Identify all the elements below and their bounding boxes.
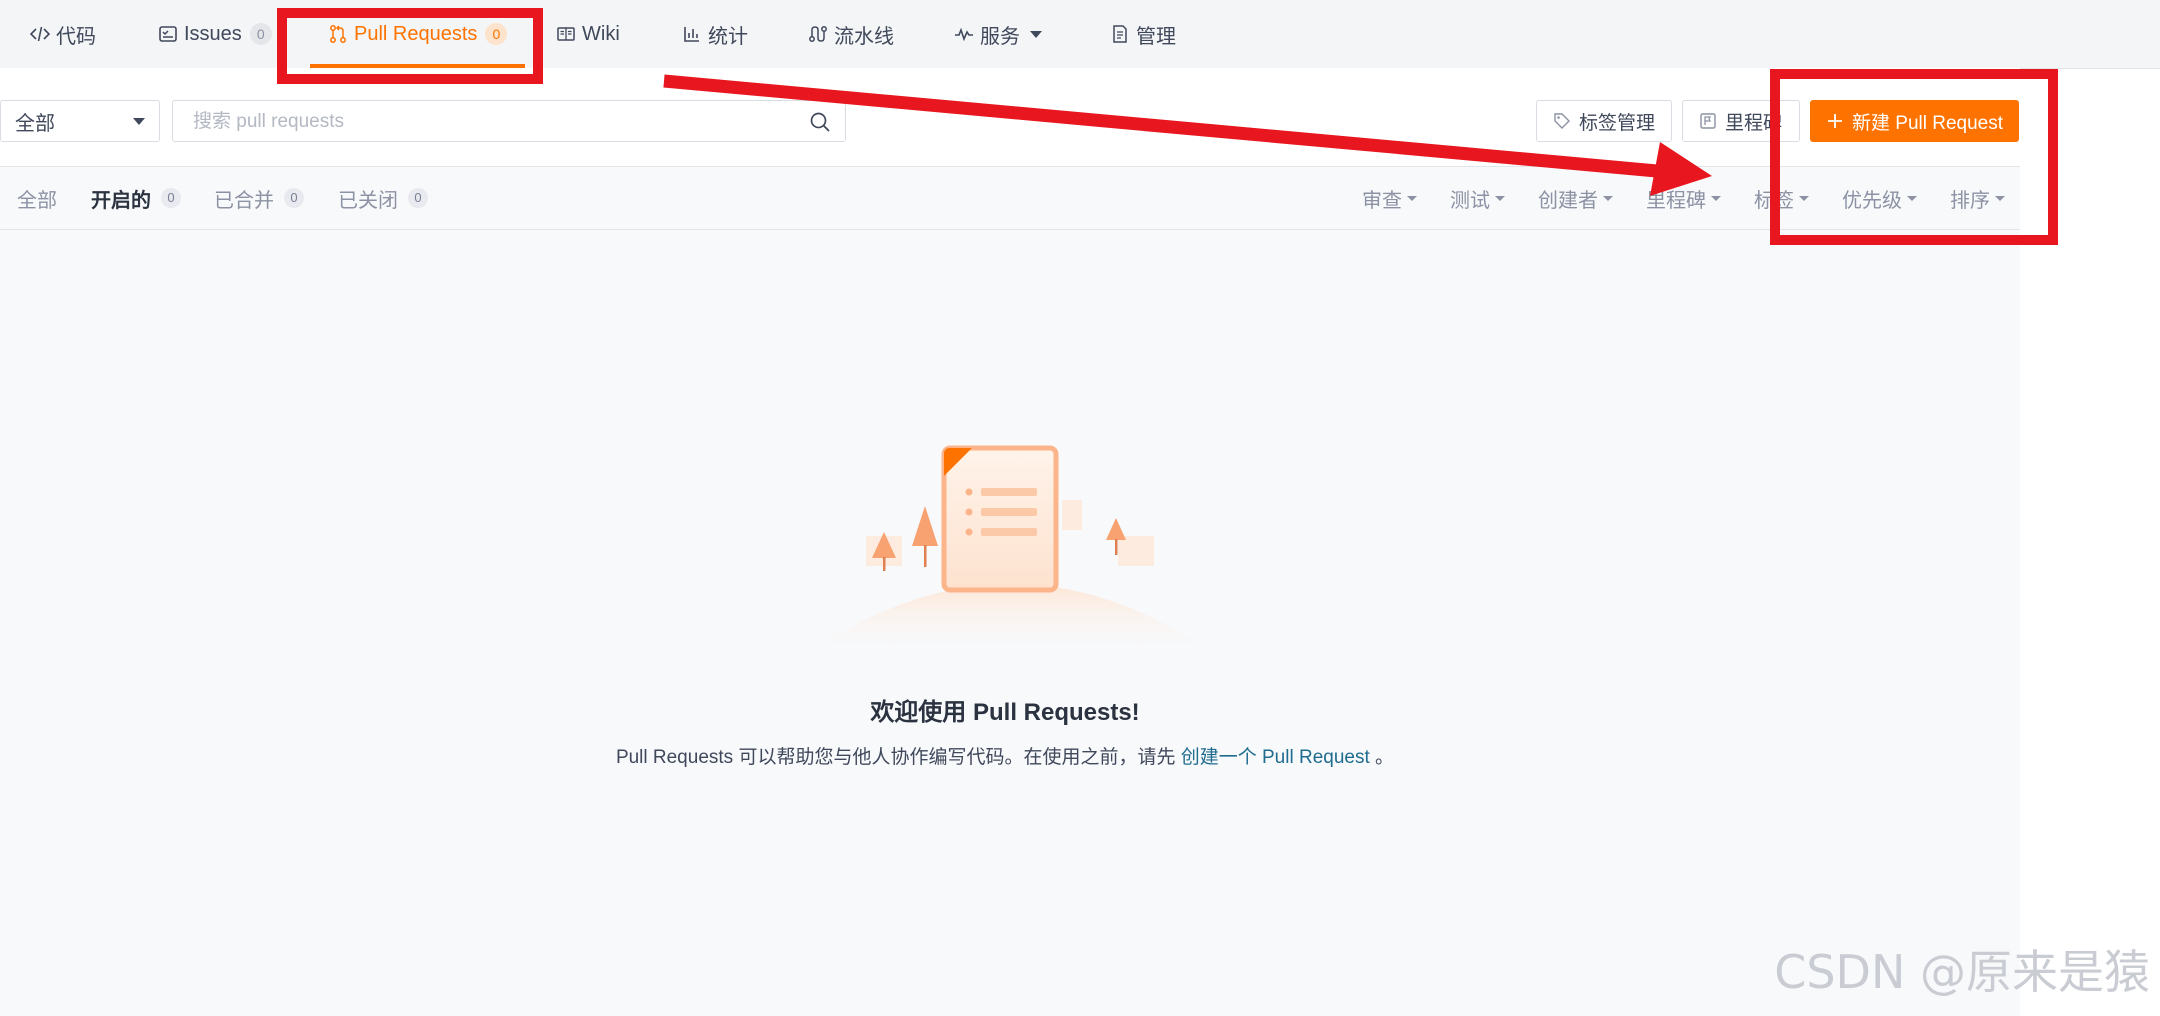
tag-icon	[1554, 113, 1570, 129]
tab-wiki-label: Wiki	[582, 22, 620, 45]
empty-state-description: Pull Requests 可以帮助您与他人协作编写代码。在使用之前，请先 创建…	[0, 742, 2010, 769]
caret-down-icon	[1407, 195, 1417, 201]
plus-icon	[1828, 114, 1842, 128]
tab-code[interactable]: 代码	[30, 0, 96, 68]
filter-milestone-label: 里程碑	[1646, 189, 1706, 212]
filter-milestone-dropdown[interactable]: 里程碑	[1646, 167, 1721, 229]
filter-tab-merged-label: 已合并	[214, 189, 274, 212]
tab-pipeline[interactable]: 流水线	[808, 0, 894, 68]
tab-code-label: 代码	[56, 25, 96, 48]
chart-icon	[684, 27, 699, 42]
filter-creator-dropdown[interactable]: 创建者	[1538, 167, 1613, 229]
tab-services[interactable]: 服务	[954, 0, 1042, 68]
empty-state-text: Pull Requests 可以帮助您与他人协作编写代码。在使用之前，请先	[615, 747, 1176, 768]
caret-down-icon	[133, 118, 145, 125]
pr-filter-bar: 全部 开启的 0 已合并 0 已关闭 0 审查 测试 创建者 里程碑 标签 优先…	[0, 167, 2020, 230]
chevron-down-icon	[1030, 30, 1042, 38]
search-icon[interactable]	[809, 111, 831, 133]
filter-tab-all[interactable]: 全部	[17, 167, 57, 229]
filter-sort-label: 排序	[1950, 189, 1990, 212]
tab-stats[interactable]: 统计	[682, 0, 748, 68]
filter-tab-closed-label: 已关闭	[338, 189, 398, 212]
filter-sort-dropdown[interactable]: 排序	[1950, 167, 2005, 229]
caret-down-icon	[1995, 195, 2005, 201]
filter-creator-label: 创建者	[1538, 189, 1598, 212]
new-pull-request-text: 新建 Pull Request	[1852, 112, 2004, 134]
tab-manage-label: 管理	[1136, 25, 1176, 48]
pull-requests-panel: 全部 标签管理 里程碑 新建 Pull Request 全部 开启的 0 已合	[0, 68, 2020, 1016]
filter-review-label: 审查	[1362, 189, 1402, 212]
caret-down-icon	[1711, 195, 1721, 201]
tab-wiki[interactable]: Wiki	[556, 0, 620, 68]
filter-label-label: 标签	[1754, 189, 1794, 212]
filter-priority-label: 优先级	[1842, 189, 1902, 212]
empty-state-text-end: 。	[1375, 747, 1395, 768]
empty-document-illustration	[816, 445, 1206, 648]
open-count-badge: 0	[161, 188, 181, 208]
merged-count-badge: 0	[284, 188, 304, 208]
search-box	[172, 100, 846, 143]
caret-down-icon	[1495, 195, 1505, 201]
filter-tab-merged[interactable]: 已合并 0	[214, 167, 304, 229]
caret-down-icon	[1799, 195, 1809, 201]
filter-test-label: 测试	[1450, 189, 1490, 212]
caret-down-icon	[1603, 195, 1613, 201]
create-pull-request-link[interactable]: 创建一个 Pull Request	[1181, 747, 1370, 768]
issues-count-badge: 0	[249, 23, 272, 45]
new-pull-request-button[interactable]: 新建 Pull Request	[1810, 100, 2020, 142]
watermark: CSDN @原来是猿	[1774, 945, 2150, 999]
tab-services-label: 服务	[980, 25, 1020, 48]
filter-label-dropdown[interactable]: 标签	[1754, 167, 1809, 229]
caret-down-icon	[1907, 195, 1917, 201]
tab-pull-requests[interactable]: Pull Requests 0	[309, 0, 526, 68]
filter-priority-dropdown[interactable]: 优先级	[1842, 167, 1917, 229]
filter-tab-all-label: 全部	[17, 189, 57, 212]
tab-stats-label: 统计	[708, 25, 748, 48]
code-icon	[30, 26, 50, 42]
manage-icon	[1113, 25, 1127, 43]
book-icon	[557, 27, 575, 41]
milestone-text: 里程碑	[1725, 112, 1783, 134]
tab-issues-label: Issues	[184, 22, 242, 45]
empty-state-title: 欢迎使用 Pull Requests!	[870, 699, 1140, 726]
filter-tab-open[interactable]: 开启的 0	[91, 167, 181, 229]
filter-test-dropdown[interactable]: 测试	[1450, 167, 1505, 229]
scope-select-value: 全部	[15, 112, 55, 135]
tab-pipeline-label: 流水线	[834, 25, 894, 48]
issues-icon	[159, 26, 177, 42]
milestone-button[interactable]: 里程碑	[1682, 100, 1800, 142]
pipeline-icon	[809, 26, 827, 42]
pull-request-icon	[330, 25, 346, 43]
pr-toolbar: 全部 标签管理 里程碑 新建 Pull Request	[0, 68, 2020, 167]
repo-tab-bar: 代码 Issues 0 Pull Requests 0 Wiki 统计 流水线 …	[0, 0, 2160, 69]
search-input[interactable]	[191, 101, 775, 143]
pulse-icon	[955, 27, 973, 42]
filter-tab-open-label: 开启的	[91, 189, 151, 212]
tab-manage[interactable]: 管理	[1110, 0, 1176, 68]
label-manage-button[interactable]: 标签管理	[1536, 100, 1673, 142]
pull-requests-count-badge: 0	[485, 23, 508, 45]
tab-issues[interactable]: Issues 0	[158, 0, 272, 68]
tab-pull-requests-label: Pull Requests	[354, 22, 478, 45]
scope-select[interactable]: 全部	[0, 100, 160, 142]
milestone-icon	[1700, 113, 1716, 129]
label-manage-text: 标签管理	[1579, 112, 1656, 134]
filter-tab-closed[interactable]: 已关闭 0	[338, 167, 428, 229]
filter-review-dropdown[interactable]: 审查	[1362, 167, 1417, 229]
closed-count-badge: 0	[408, 188, 428, 208]
